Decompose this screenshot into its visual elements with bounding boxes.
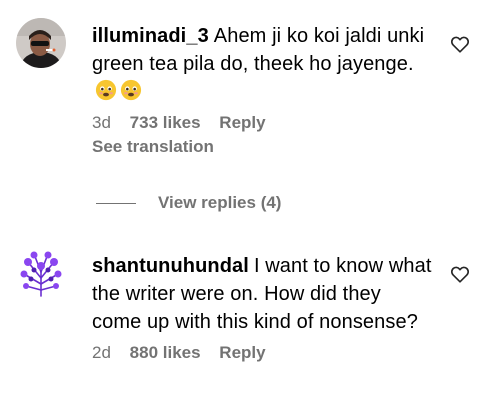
replies-divider	[96, 202, 136, 204]
comment-likes[interactable]: 733 likes	[130, 113, 201, 132]
comment-time: 2d	[92, 343, 111, 362]
comment-meta: 3d 733 likes Reply	[92, 112, 432, 134]
disappointed-relieved-emoji	[120, 79, 142, 101]
comment-username[interactable]: shantunuhundal	[92, 255, 249, 277]
heart-outline-icon[interactable]	[449, 33, 471, 55]
comment-time: 3d	[92, 113, 111, 132]
avatar-image	[16, 18, 66, 68]
avatar[interactable]	[16, 18, 66, 68]
disappointed-relieved-emoji	[95, 79, 117, 101]
comment-meta: 2d 880 likes Reply	[92, 342, 432, 364]
avatar-image	[16, 248, 66, 298]
comment-likes[interactable]: 880 likes	[130, 343, 201, 362]
view-replies-button[interactable]: View replies (4)	[96, 193, 281, 213]
comment-text-block: shantunuhundal I want to know what the wr…	[92, 252, 432, 336]
avatar[interactable]	[16, 248, 66, 298]
comment-body: illuminadi_3 Ahem ji ko koi jaldi unki gr…	[92, 22, 432, 158]
comment-body: shantunuhundal I want to know what the wr…	[92, 252, 432, 364]
see-translation-link[interactable]: See translation	[92, 136, 432, 158]
view-replies-label: View replies (4)	[158, 193, 282, 212]
comment-username[interactable]: illuminadi_3	[92, 25, 209, 47]
heart-outline-icon[interactable]	[449, 263, 471, 285]
reply-button[interactable]: Reply	[219, 343, 265, 362]
comment-text-block: illuminadi_3 Ahem ji ko koi jaldi unki gr…	[92, 22, 432, 106]
reply-button[interactable]: Reply	[219, 113, 265, 132]
